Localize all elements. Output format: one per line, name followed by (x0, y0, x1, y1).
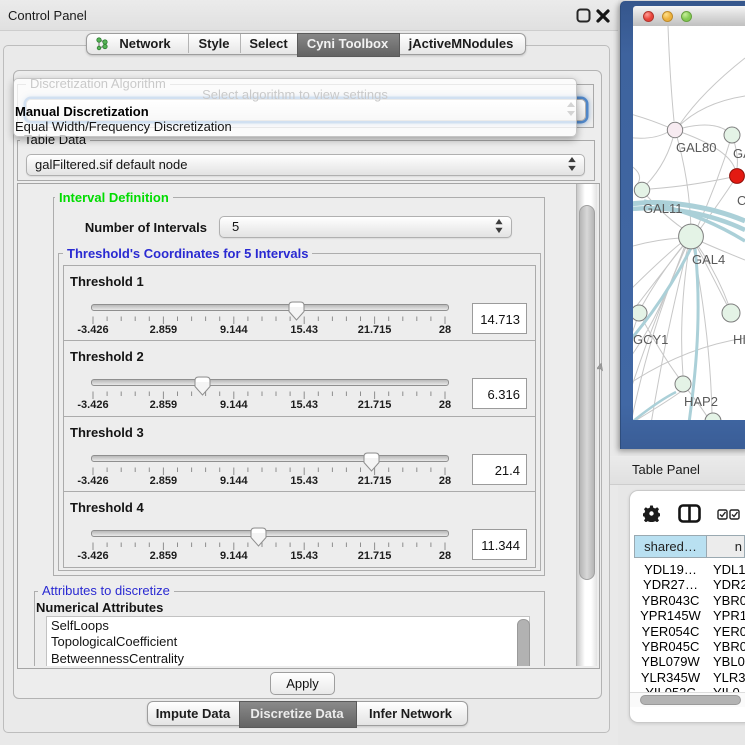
svg-text:GAL11: GAL11 (643, 201, 683, 216)
svg-text:GAL4: GAL4 (692, 252, 725, 267)
svg-text:HAP2: HAP2 (684, 394, 718, 409)
svg-text:HI: HI (733, 332, 745, 347)
svg-text:GAL3: GAL3 (733, 146, 745, 161)
svg-text:GAL80: GAL80 (676, 140, 716, 155)
svg-text:C: C (737, 193, 745, 208)
svg-text:GCY1: GCY1 (633, 332, 668, 347)
